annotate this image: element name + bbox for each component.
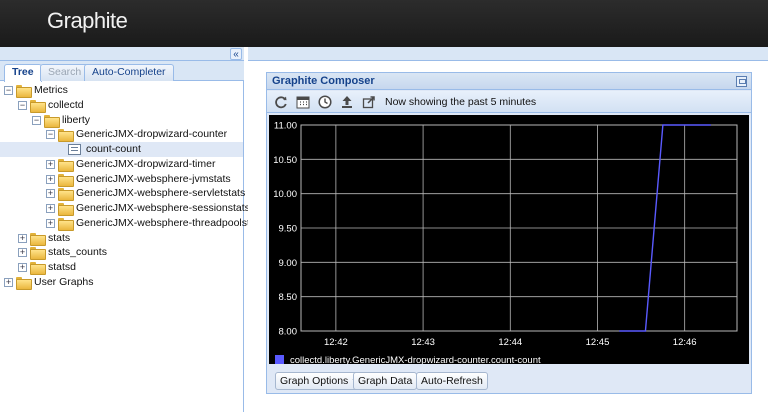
calendar-icon[interactable] <box>295 94 311 110</box>
app-header: Graphite <box>0 0 768 47</box>
graph-options-button[interactable]: Graph Options ▼ <box>275 372 364 390</box>
tree-folder[interactable]: − liberty <box>0 113 243 128</box>
tree-node-label: GenericJMX-websphere-threadpoolstats <box>76 216 264 229</box>
collapse-toggle-icon[interactable]: − <box>18 100 27 110</box>
folder-icon <box>30 247 46 261</box>
folder-icon <box>58 203 74 216</box>
y-tick-label: 10.50 <box>273 155 297 166</box>
left-panel-tabs: Tree Search Auto-Completer <box>0 61 244 82</box>
folder-icon <box>44 114 60 128</box>
graph-options-label: Graph Options <box>280 375 349 387</box>
graphite-composer-window: Graphite Composer Now showing the past 5… <box>266 72 752 394</box>
x-tick-label: 12:43 <box>411 337 435 348</box>
left-panel: « Tree Search Auto-Completer − Metrics − co… <box>0 47 264 412</box>
tree-node-label: GenericJMX-websphere-servletstats <box>76 187 246 200</box>
right-panel: Graphite Composer Now showing the past 5… <box>248 47 768 412</box>
tree-node-label: liberty <box>62 113 91 126</box>
left-panel-header: « <box>0 47 244 61</box>
app-title: Graphite <box>47 8 128 33</box>
expand-toggle-icon[interactable]: + <box>46 218 55 228</box>
y-tick-label: 11.00 <box>274 121 297 132</box>
collapse-toggle-icon[interactable]: − <box>46 130 55 140</box>
folder-icon <box>30 232 46 246</box>
composer-header: Graphite Composer <box>267 73 751 90</box>
graph-chart: 8.00 8.50 9.00 9.50 10.00 10.50 11.00 12:42 12:4… <box>273 121 738 364</box>
y-tick-label: 8.00 <box>279 327 298 338</box>
tree-folder[interactable]: + GenericJMX-websphere-sessionstats <box>0 201 250 216</box>
folder-icon <box>30 262 46 275</box>
minimize-window-button[interactable] <box>736 76 747 87</box>
composer-toolbar: Now showing the past 5 minutes <box>267 91 751 113</box>
folder-icon <box>58 129 74 143</box>
folder-icon <box>30 99 46 113</box>
tab-auto-completer[interactable]: Auto-Completer <box>84 64 174 81</box>
y-tick-label: 10.00 <box>273 189 297 200</box>
legend-label: collectd.liberty.GenericJMX-dropwizard-c… <box>290 355 541 364</box>
tree-node-label: GenericJMX-dropwizard-counter <box>76 128 228 141</box>
collapse-panel-button[interactable]: « <box>230 48 242 60</box>
expand-toggle-icon[interactable]: + <box>18 233 27 243</box>
folder-icon <box>16 276 32 290</box>
auto-refresh-button[interactable]: Auto-Refresh <box>416 372 488 390</box>
refresh-icon[interactable] <box>273 94 289 110</box>
tree-folder[interactable]: + GenericJMX-websphere-jvmstats <box>0 172 243 187</box>
share-icon[interactable] <box>361 94 377 110</box>
clock-icon[interactable] <box>317 94 333 110</box>
tree-node-label: stats_counts <box>48 246 107 259</box>
tree-folder[interactable]: − GenericJMX-dropwizard-counter <box>0 127 243 143</box>
tree-node-label: GenericJMX-websphere-sessionstats <box>76 202 250 214</box>
tree-folder[interactable]: − Metrics <box>0 83 243 98</box>
tree-folder[interactable]: + statsd <box>0 260 243 275</box>
graph-data-button[interactable]: Graph Data <box>353 372 418 390</box>
tree-node-label: count-count <box>86 143 141 155</box>
expand-toggle-icon[interactable]: + <box>18 263 27 272</box>
tree-folder[interactable]: + GenericJMX-websphere-threadpoolstats <box>0 216 264 231</box>
x-tick-label: 12:44 <box>498 337 522 348</box>
folder-icon <box>58 158 74 172</box>
expand-toggle-icon[interactable]: + <box>46 159 55 169</box>
tree-folder[interactable]: + stats_counts <box>0 245 243 261</box>
tab-tree[interactable]: Tree <box>4 64 42 82</box>
tree-node-label: Metrics <box>34 84 68 96</box>
time-range-status: Now showing the past 5 minutes <box>385 96 537 108</box>
metric-leaf-icon <box>68 144 81 155</box>
upload-icon[interactable] <box>339 94 355 110</box>
tree-folder[interactable]: + User Graphs <box>0 275 243 290</box>
composer-title: Graphite Composer <box>272 75 375 87</box>
right-panel-header <box>248 47 768 61</box>
expand-toggle-icon[interactable]: + <box>18 248 27 258</box>
x-tick-label: 12:45 <box>586 337 610 348</box>
tree-folder[interactable]: + GenericJMX-dropwizard-timer <box>0 157 243 172</box>
legend-swatch <box>275 355 284 364</box>
expand-toggle-icon[interactable]: + <box>46 204 55 213</box>
tree-node-label: User Graphs <box>34 275 94 288</box>
folder-icon <box>58 188 74 202</box>
composer-button-bar: Graph Options ▼ Graph Data Auto-Refresh <box>267 367 751 393</box>
expand-toggle-icon[interactable]: + <box>46 189 55 199</box>
tree-folder[interactable]: − collectd <box>0 98 243 113</box>
graphite-app: Graphite « Tree Search Auto-Completer − M… <box>0 0 768 412</box>
expand-toggle-icon[interactable]: + <box>4 277 13 287</box>
folder-icon <box>16 85 32 98</box>
y-tick-label: 8.50 <box>279 292 298 303</box>
x-tick-label: 12:46 <box>673 337 697 348</box>
tree-folder[interactable]: + GenericJMX-websphere-servletstats <box>0 186 246 202</box>
tree-node-label: GenericJMX-websphere-jvmstats <box>76 172 231 185</box>
collapse-toggle-icon[interactable]: − <box>32 115 41 125</box>
graph-image[interactable]: 8.00 8.50 9.00 9.50 10.00 10.50 11.00 12:42 12:4… <box>269 115 749 364</box>
y-tick-label: 9.00 <box>279 258 298 269</box>
tree-node-label: stats <box>48 231 71 244</box>
folder-icon <box>58 173 74 187</box>
y-tick-label: 9.50 <box>279 224 298 235</box>
tree-node-label: collectd <box>48 98 84 111</box>
tree-leaf[interactable]: count-count <box>0 142 243 157</box>
tree-folder[interactable]: + stats <box>0 231 243 246</box>
tab-search[interactable]: Search <box>40 64 90 81</box>
tree-node-label: GenericJMX-dropwizard-timer <box>76 157 216 170</box>
collapse-toggle-icon[interactable]: − <box>4 86 13 95</box>
folder-icon <box>58 217 74 231</box>
tree-node-label: statsd <box>48 261 77 273</box>
expand-toggle-icon[interactable]: + <box>46 174 55 184</box>
x-tick-label: 12:42 <box>324 337 348 348</box>
